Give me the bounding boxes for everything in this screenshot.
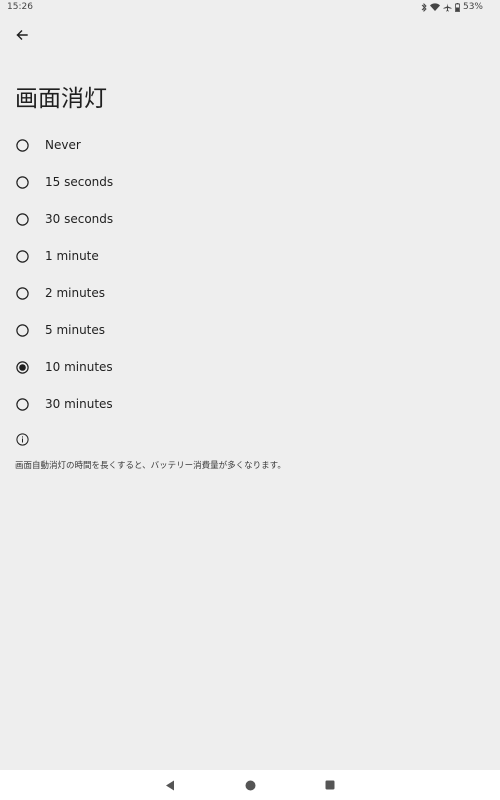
battery-icon: [455, 2, 460, 12]
recents-square-icon: [325, 780, 335, 790]
nav-home-button[interactable]: [244, 779, 256, 791]
option-label: 15 seconds: [45, 175, 114, 189]
navigation-bar: [0, 770, 500, 800]
option-1-minute[interactable]: 1 minute: [0, 238, 500, 275]
timeout-options: Never 15 seconds 30 seconds 1 minute 2 m…: [0, 127, 500, 423]
airplane-icon: [443, 3, 452, 11]
battery-percent: 53%: [462, 2, 483, 12]
option-label: 5 minutes: [45, 323, 106, 337]
option-never[interactable]: Never: [0, 127, 500, 164]
option-label: 30 minutes: [45, 397, 113, 411]
radio-unchecked-icon[interactable]: [16, 213, 29, 226]
radio-unchecked-icon[interactable]: [16, 250, 29, 263]
option-30-minutes[interactable]: 30 minutes: [0, 386, 500, 423]
option-label: 10 minutes: [45, 360, 113, 374]
radio-checked-icon[interactable]: [16, 361, 29, 374]
radio-unchecked-icon[interactable]: [16, 324, 29, 337]
option-10-minutes[interactable]: 10 minutes: [0, 349, 500, 386]
radio-unchecked-icon[interactable]: [16, 139, 29, 152]
status-icons: 53%: [421, 2, 483, 12]
option-label: 2 minutes: [45, 286, 106, 300]
back-triangle-icon: [166, 780, 174, 790]
page-title: 画面消灯: [15, 86, 107, 112]
status-time: 15:26: [7, 2, 33, 12]
option-label: 1 minute: [45, 249, 99, 263]
nav-back-button[interactable]: [164, 779, 176, 791]
option-5-minutes[interactable]: 5 minutes: [0, 312, 500, 349]
option-label: Never: [45, 138, 81, 152]
option-30-seconds[interactable]: 30 seconds: [0, 201, 500, 238]
status-bar: 15:26 53%: [0, 0, 500, 14]
arrow-back-icon: [16, 30, 28, 40]
home-circle-icon: [245, 780, 255, 790]
option-2-minutes[interactable]: 2 minutes: [0, 275, 500, 312]
radio-unchecked-icon[interactable]: [16, 176, 29, 189]
battery-usage-note: 画面自動消灯の時間を長くすると、バッテリー消費量が多くなります。: [15, 461, 286, 471]
option-15-seconds[interactable]: 15 seconds: [0, 164, 500, 201]
bluetooth-icon: [421, 2, 427, 12]
radio-unchecked-icon[interactable]: [16, 287, 29, 300]
back-button[interactable]: [11, 24, 33, 46]
option-label: 30 seconds: [45, 212, 114, 226]
info-icon: [16, 433, 29, 446]
wifi-icon: [429, 3, 440, 11]
nav-recents-button[interactable]: [324, 779, 336, 791]
radio-unchecked-icon[interactable]: [16, 398, 29, 411]
